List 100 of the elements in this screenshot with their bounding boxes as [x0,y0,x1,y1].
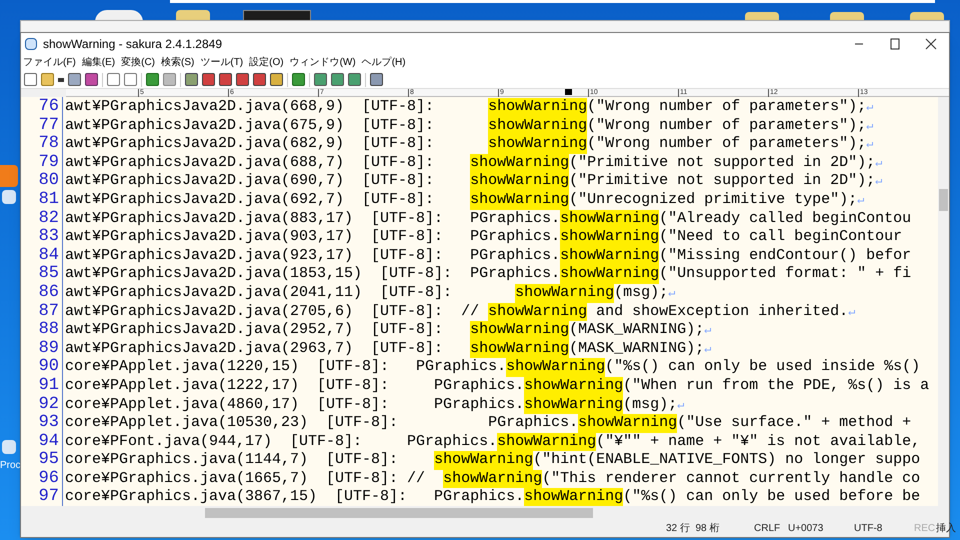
menu-item[interactable]: ツール(T) [200,55,244,70]
menu-item[interactable]: 設定(O) [249,55,284,70]
line-number: 82 [38,210,60,228]
menu-item[interactable]: ファイル(F) [23,55,76,70]
app-icon[interactable] [2,190,16,204]
code-text: awt¥PGraphicsJava2D.java(682,9) [UTF-8]: [65,135,436,154]
code-text: ("Need to call beginContour [659,228,902,247]
line-number: 96 [38,470,60,488]
line-end-mark: ↵ [866,136,874,154]
app-icon[interactable] [2,440,16,454]
search-match: showWarning [470,172,570,191]
menu-item[interactable]: 編集(E) [82,55,116,70]
code-text: awt¥PGraphicsJava2D.java(675,9) [UTF-8]: [65,116,436,136]
search-match: showWarning [506,358,606,377]
search-match: showWarning [470,154,570,172]
search-match: showWarning [524,396,624,414]
line-number: 85 [38,265,60,284]
line-end-mark: ↵ [668,284,676,302]
line-end-mark: ↵ [875,154,882,172]
search-match: showWarning [560,246,660,266]
line-number: 91 [38,376,60,396]
code-text: awt¥PGraphicsJava2D.java(668,9) [UTF-8]: [65,98,436,117]
code-text: ("Use surface." + method + [677,414,912,433]
code-text: awt¥PGraphicsJava2D.java(1853,15) [UTF-8]: PGraphics. [65,265,560,284]
search-match: showWarning [560,265,660,284]
code-text: core¥PFont.java(944,17) [UTF-8]: PGraphics. [65,432,498,452]
caret-icon[interactable] [58,78,64,82]
code-text: (MASK_WARNING); [569,340,704,358]
menu-item[interactable]: ヘルプ(H) [362,55,406,70]
code-text: ("hint(ENABLE_NATIVE_FONTS) no longer suppo [533,451,920,470]
code-text: awt¥PGraphicsJava2D.java(923,17) [UTF-8]: PGraphics. [65,246,560,266]
line-number: 84 [38,246,60,266]
code-text: core¥PApplet.java(10530,23) [UTF-8]: PGraphics. [65,414,578,433]
line-number: 95 [38,451,60,470]
search-match: showWarning [488,135,588,154]
line-end-mark: ↵ [866,118,874,135]
line-number: 87 [38,302,60,322]
line-end-mark: ↵ [875,173,882,190]
search-match: showWarning [470,321,570,340]
code-text: ("Primitive not supported in 2D"); [569,154,876,172]
search-match: showWarning [488,302,588,322]
search-match: showWarning [524,376,624,396]
code-text: (msg); [614,284,668,303]
line-end-mark: ↵ [677,396,684,414]
vertical-scrollbar[interactable] [938,97,949,506]
line-number: 79 [38,154,60,172]
scrollbar-thumb[interactable] [939,189,948,211]
search-match: showWarning [470,340,570,358]
code-text: and showException inherited. [595,302,848,322]
line-number: 76 [38,98,60,117]
code-text: ("Missing endContour() befor [659,246,912,266]
line-end-mark: ↵ [866,99,874,116]
code-text: core¥PApplet.java(1220,15) [UTF-8]: PGraphics. [65,358,506,377]
code-text: core¥PApplet.java(4860,17) [UTF-8]: PGraphics. [65,396,524,414]
code-text: core¥PGraphics.java(1144,7) [UTF-8]: [65,451,400,470]
app-icon [25,38,37,50]
code-text: ("When run from the PDE, %s() is a [623,376,930,396]
search-match: showWarning [497,432,596,452]
cursor-marker [565,89,572,95]
cursor-position: 32 行 98 桁 [666,522,720,536]
line-number: 97 [38,488,60,508]
code-text: awt¥PGraphicsJava2D.java(903,17) [UTF-8]: PGraphics. [65,228,560,247]
line-number: 94 [38,432,60,452]
line-number: 80 [38,172,60,191]
scrollbar-thumb[interactable] [205,508,593,518]
code-text: (msg); [623,396,678,414]
line-end-mark: ↵ [704,322,712,340]
code-text: awt¥PGraphicsJava2D.java(690,7) [UTF-8]: [65,172,436,191]
code-text: ("This renderer cannot currently handle co [542,470,920,488]
code-text: awt¥PGraphicsJava2D.java(2041,11) [UTF-8]: [65,284,454,303]
code-text: ("Unsupported format: " + fi [659,265,912,284]
horizontal-scrollbar[interactable] [21,506,949,520]
folder-icon[interactable] [176,10,210,20]
code-text: awt¥PGraphicsJava2D.java(688,7) [UTF-8]: [65,154,436,172]
code-text: (MASK_WARNING); [569,321,704,340]
search-match: showWarning [470,190,570,210]
code-text: ("¥"" + name + "¥" is not available, [596,432,920,452]
line-ending: CRLF [754,522,782,536]
encoding: UTF-8 [854,522,884,536]
menu-item[interactable]: ウィンドウ(W) [290,55,356,70]
line-end-mark: ↵ [704,340,712,358]
search-match: showWarning [560,210,660,228]
code-text: core¥PGraphics.java(1665,7) [UTF-8]: // [65,470,426,488]
recording-indicator: REC [914,522,936,536]
code-text: awt¥PGraphicsJava2D.java(2705,6) [UTF-8]: // [65,302,480,322]
search-match: showWarning [515,284,614,303]
line-number: 86 [38,284,60,303]
menu-item[interactable]: 検索(S) [161,55,194,70]
maximize-icon [889,38,901,50]
line-number: 90 [38,358,60,377]
code-text: ("%s() can only be used before be [623,488,920,506]
search-match: showWarning [560,228,660,247]
code-text: awt¥PGraphicsJava2D.java(883,17) [UTF-8]: PGraphics. [65,210,560,228]
menu-item[interactable]: 変換(C) [121,55,156,70]
line-number: 77 [38,116,60,136]
code-text: awt¥PGraphicsJava2D.java(2963,7) [UTF-8]: [65,340,444,358]
line-number: 88 [38,321,60,340]
code-text: core¥PGraphics.java(3867,15) [UTF-8]: PGraphics. [65,488,524,506]
search-match: showWarning [443,470,542,488]
search-match: showWarning [488,98,588,117]
